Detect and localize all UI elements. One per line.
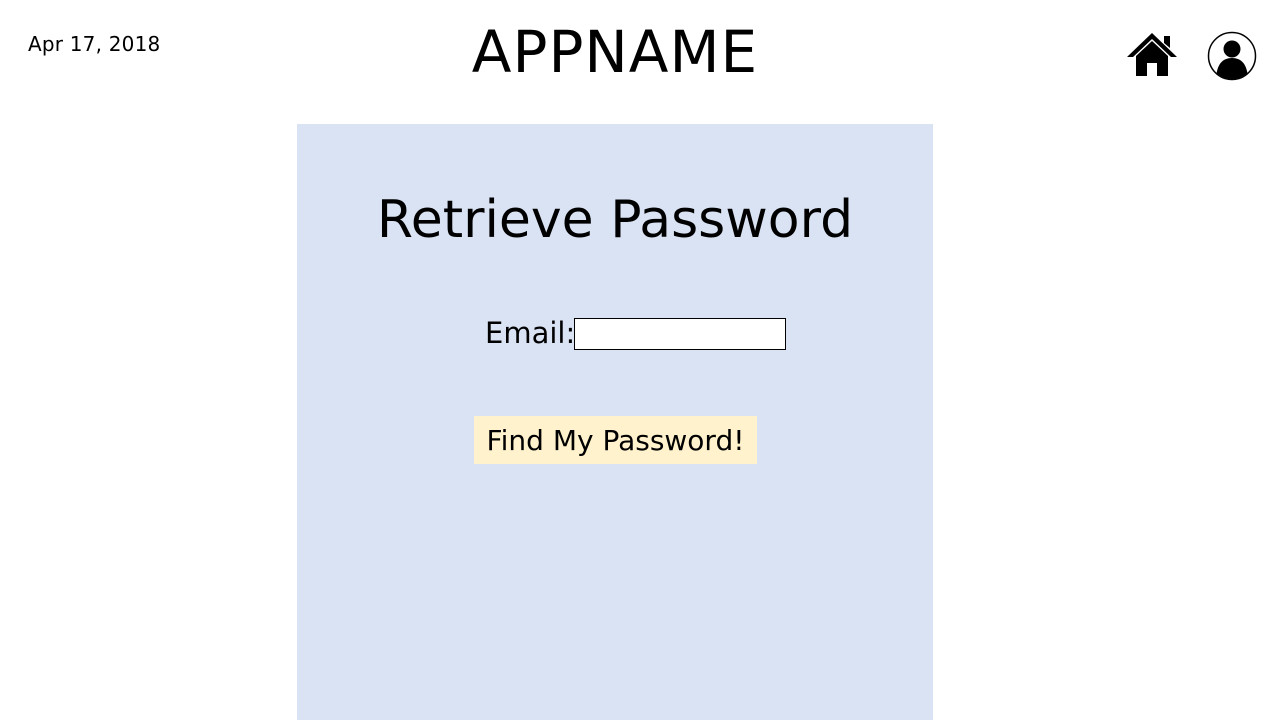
- home-icon: [1127, 33, 1177, 76]
- email-label: Email:: [485, 316, 576, 350]
- profile-button[interactable]: [1207, 31, 1257, 81]
- email-input[interactable]: [574, 318, 786, 350]
- retrieve-password-page: Apr 17, 2018 APPNAME Retrieve Password E…: [0, 0, 1280, 720]
- home-button[interactable]: [1126, 30, 1178, 78]
- app-title: APPNAME: [471, 18, 759, 86]
- find-my-password-button[interactable]: Find My Password!: [474, 416, 757, 464]
- retrieve-password-title: Retrieve Password: [376, 190, 854, 250]
- user-profile-icon: [1207, 31, 1257, 81]
